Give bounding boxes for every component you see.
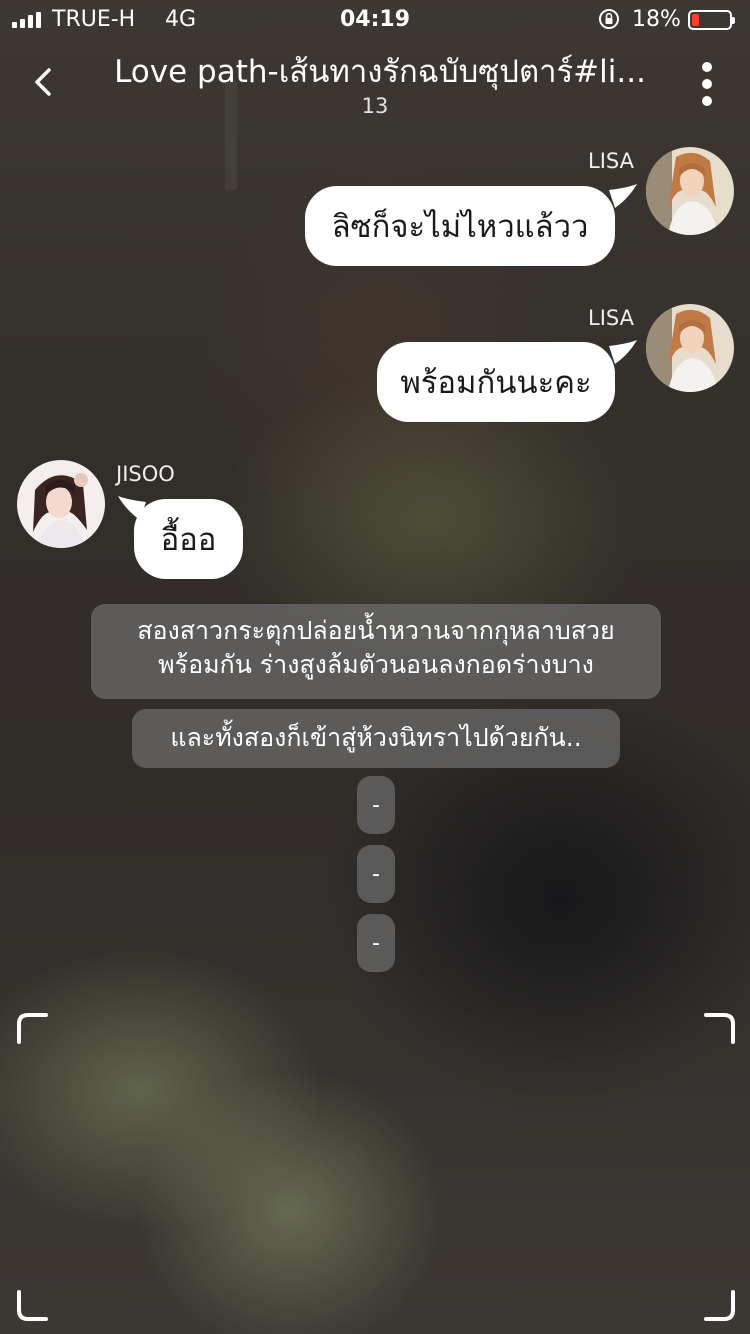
viewfinder-corner-icon [704, 1290, 735, 1321]
message-bubble: อื้ออ [134, 499, 243, 579]
avatar-jisoo[interactable] [17, 460, 105, 548]
narration-box: สองสาวกระตุกปล่อยน้ำหวานจากกุหลาบสวย พร้… [91, 604, 661, 699]
separator-dash: - [357, 914, 395, 972]
battery-icon [688, 10, 735, 30]
episode-count: 13 [361, 94, 389, 118]
battery-percent: 18% [632, 7, 681, 32]
avatar-lisa[interactable] [646, 304, 734, 392]
sender-name: JISOO [116, 462, 175, 486]
separator-dash: - [357, 845, 395, 903]
viewfinder-corner-icon [17, 1013, 48, 1044]
viewfinder-corner-icon [704, 1013, 735, 1044]
message-bubble: พร้อมกันนะคะ [377, 342, 615, 422]
story-header: Love path-เส้นทางรักฉบับซุปตาร์#li... 13 [0, 40, 750, 130]
bubble-tail [609, 340, 637, 364]
sender-name: LISA [588, 306, 634, 330]
viewfinder-corner-icon [17, 1290, 48, 1321]
more-vertical-icon[interactable] [692, 58, 722, 110]
rotation-lock-icon [599, 9, 619, 29]
story-title: Love path-เส้นทางรักฉบับซุปตาร์#li... [114, 54, 646, 90]
avatar-lisa[interactable] [646, 147, 734, 235]
separator-dash: - [357, 776, 395, 834]
sender-name: LISA [588, 149, 634, 173]
message-bubble: ลิซก็จะไม่ไหวแล้วว [305, 186, 615, 266]
narration-box: และทั้งสองก็เข้าสู่ห้วงนิทราไปด้วยกัน.. [132, 709, 620, 768]
status-bar: TRUE-H 4G 04:19 18% [0, 0, 750, 40]
bubble-tail [609, 184, 637, 208]
